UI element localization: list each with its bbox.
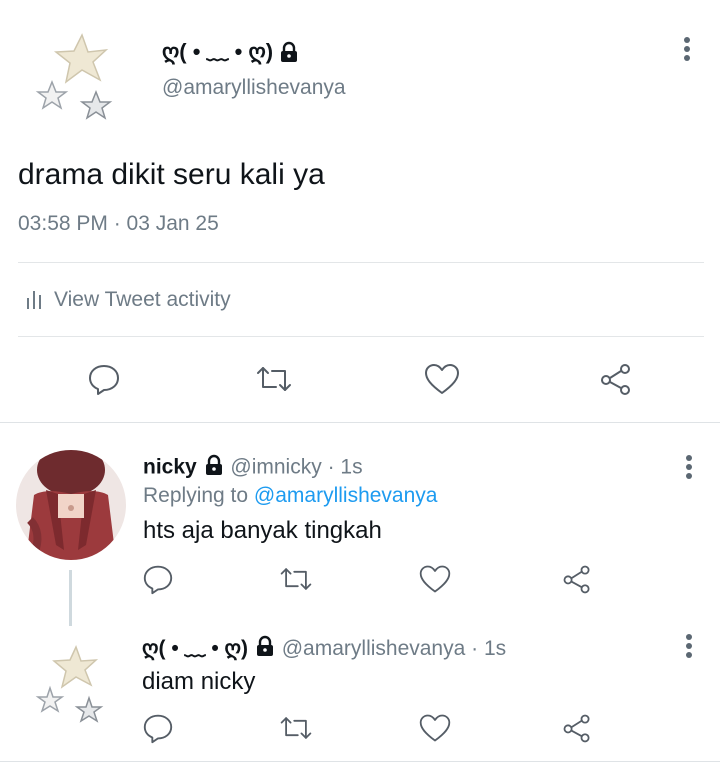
main-display-name[interactable]: ღ( • ﹏ • ღ) — [162, 39, 273, 64]
reply-button[interactable] — [86, 361, 122, 402]
lock-icon — [203, 454, 225, 482]
retweet-icon — [280, 717, 312, 739]
reply-icon — [89, 365, 119, 395]
retweet-button[interactable] — [254, 361, 294, 402]
divider — [0, 761, 720, 762]
main-name-row: ღ( • ﹏ • ღ) — [162, 34, 300, 68]
stars-icon — [35, 33, 113, 120]
stars-icon — [35, 645, 104, 723]
reply-handle[interactable]: @amaryllishevanya — [282, 637, 466, 660]
reply-text: hts aja banyak tingkah — [143, 517, 382, 544]
view-activity-label: View Tweet activity — [54, 288, 231, 311]
reply-time: · 1s — [327, 455, 363, 479]
share-button[interactable] — [560, 711, 594, 750]
view-activity-button[interactable]: View Tweet activity — [26, 286, 231, 314]
replying-prefix: Replying to — [143, 484, 254, 507]
more-options-icon[interactable] — [682, 633, 696, 666]
lock-icon — [254, 635, 276, 663]
heart-icon — [419, 714, 451, 742]
reply-display-name[interactable]: ღ( • ﹏ • ღ) — [142, 637, 248, 660]
reply-avatar[interactable] — [16, 450, 126, 560]
main-avatar[interactable] — [30, 30, 120, 125]
main-timestamp[interactable]: 03:58 PM · 03 Jan 25 — [18, 212, 219, 236]
share-button[interactable] — [560, 562, 594, 601]
like-button[interactable] — [418, 562, 452, 601]
reply-time: · 1s — [471, 637, 507, 660]
heart-icon — [425, 364, 459, 394]
retweet-button[interactable] — [278, 711, 314, 750]
divider — [18, 262, 704, 263]
heart-icon — [419, 565, 451, 593]
share-icon — [563, 714, 590, 743]
main-handle[interactable]: @amaryllishevanya — [162, 76, 346, 100]
photo-avatar — [16, 450, 126, 560]
bar-chart-icon — [26, 286, 44, 315]
reply-header: nicky @imnicky · 1s — [143, 454, 363, 482]
share-icon — [601, 364, 630, 395]
divider — [0, 422, 720, 423]
main-tweet-text: drama dikit seru kali ya — [18, 158, 325, 191]
reply-display-name[interactable]: nicky — [143, 456, 197, 479]
thread-line — [69, 570, 72, 626]
like-button[interactable] — [423, 361, 461, 402]
replying-to: Replying to @amaryllishevanya — [143, 484, 437, 508]
retweet-icon — [257, 367, 291, 391]
reply-button[interactable] — [141, 711, 175, 750]
replying-to-handle-link[interactable]: @amaryllishevanya — [254, 484, 438, 507]
reply-button[interactable] — [141, 562, 175, 601]
share-icon — [563, 565, 590, 594]
reply-icon — [143, 565, 173, 595]
divider — [18, 336, 704, 337]
retweet-icon — [280, 568, 312, 590]
reply-handle[interactable]: @imnicky — [230, 456, 321, 479]
lock-icon — [278, 41, 300, 68]
reply-text: diam nicky — [142, 668, 256, 695]
reply-header: ღ( • ﹏ • ღ) @amaryllishevanya · 1s — [142, 632, 506, 663]
more-options-icon[interactable] — [682, 454, 696, 487]
share-button[interactable] — [597, 361, 635, 402]
retweet-button[interactable] — [278, 562, 314, 601]
reply-avatar[interactable] — [30, 642, 110, 727]
more-options-icon[interactable] — [680, 36, 694, 69]
like-button[interactable] — [418, 711, 452, 750]
reply-icon — [143, 714, 173, 744]
